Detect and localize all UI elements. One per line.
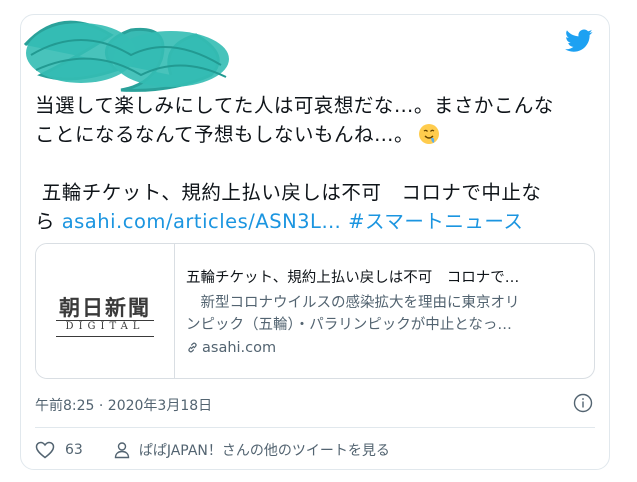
user-icon[interactable] (113, 441, 131, 459)
article-link[interactable]: asahi.com/articles/ASN3L… (62, 210, 342, 233)
preview-title: 五輪チケット、規約上払い戻しは不可 コロナで… (186, 270, 520, 286)
heart-icon[interactable] (35, 441, 55, 459)
preview-description-line-1: 新型コロナウイルスの感染拡大を理由に東京オリ (186, 295, 520, 311)
preview-description: 新型コロナウイルスの感染拡大を理由に東京オリ ンピック（五輪）・パラリンピックが… (186, 292, 586, 336)
divider (35, 427, 595, 428)
tweet-actions: 63 ぱぱJAPAN！さんの他のツイートを見る (35, 439, 390, 461)
asahi-logo-text: 朝日新聞 (59, 295, 151, 320)
tweet-timestamp[interactable]: 午前8:25 · 2020年3月18日 (35, 395, 212, 415)
tweet-line-4-prefix: ら (35, 210, 62, 233)
like-count[interactable]: 63 (65, 442, 83, 458)
logo-rule-bottom (56, 336, 154, 337)
drooling-face-emoji-icon (419, 124, 440, 144)
hashtag-link[interactable]: #スマートニュース (348, 210, 523, 233)
preview-domain: asahi.com (186, 338, 586, 358)
info-icon[interactable] (573, 393, 593, 413)
twitter-bird-icon[interactable] (565, 29, 593, 53)
preview-domain-text: asahi.com (202, 340, 277, 356)
redaction-scribble (23, 20, 229, 92)
preview-thumbnail: 朝日新聞 DIGITAL (36, 244, 175, 378)
tweet-line-2: ことになるなんて予想もしないもんね…。 (35, 123, 415, 146)
more-tweets-link[interactable]: ぱぱJAPAN！さんの他のツイートを見る (139, 440, 390, 460)
tweet-line-3: 五輪チケット、規約上払い戻しは不可 コロナで中止な (35, 181, 542, 204)
link-icon (188, 342, 197, 353)
tweet-text: 当選して楽しみにしてた人は可哀想だな…。まさかこんな ことになるなんて予想もしな… (35, 91, 595, 236)
link-preview-card[interactable]: 朝日新聞 DIGITAL 五輪チケット、規約上払い戻しは不可 コロナで… 新型コ… (35, 243, 595, 379)
embedded-tweet-card: 当選して楽しみにしてた人は可哀想だな…。まさかこんな ことになるなんて予想もしな… (20, 14, 610, 470)
asahi-logo-digital: DIGITAL (65, 321, 145, 332)
preview-description-line-2: ンピック（五輪）・パラリンピックが中止となっ… (186, 317, 512, 333)
preview-body: 五輪チケット、規約上払い戻しは不可 コロナで… 新型コロナウイルスの感染拡大を理… (186, 268, 586, 358)
tweet-line-1: 当選して楽しみにしてた人は可哀想だな…。まさかこんな (35, 94, 554, 117)
